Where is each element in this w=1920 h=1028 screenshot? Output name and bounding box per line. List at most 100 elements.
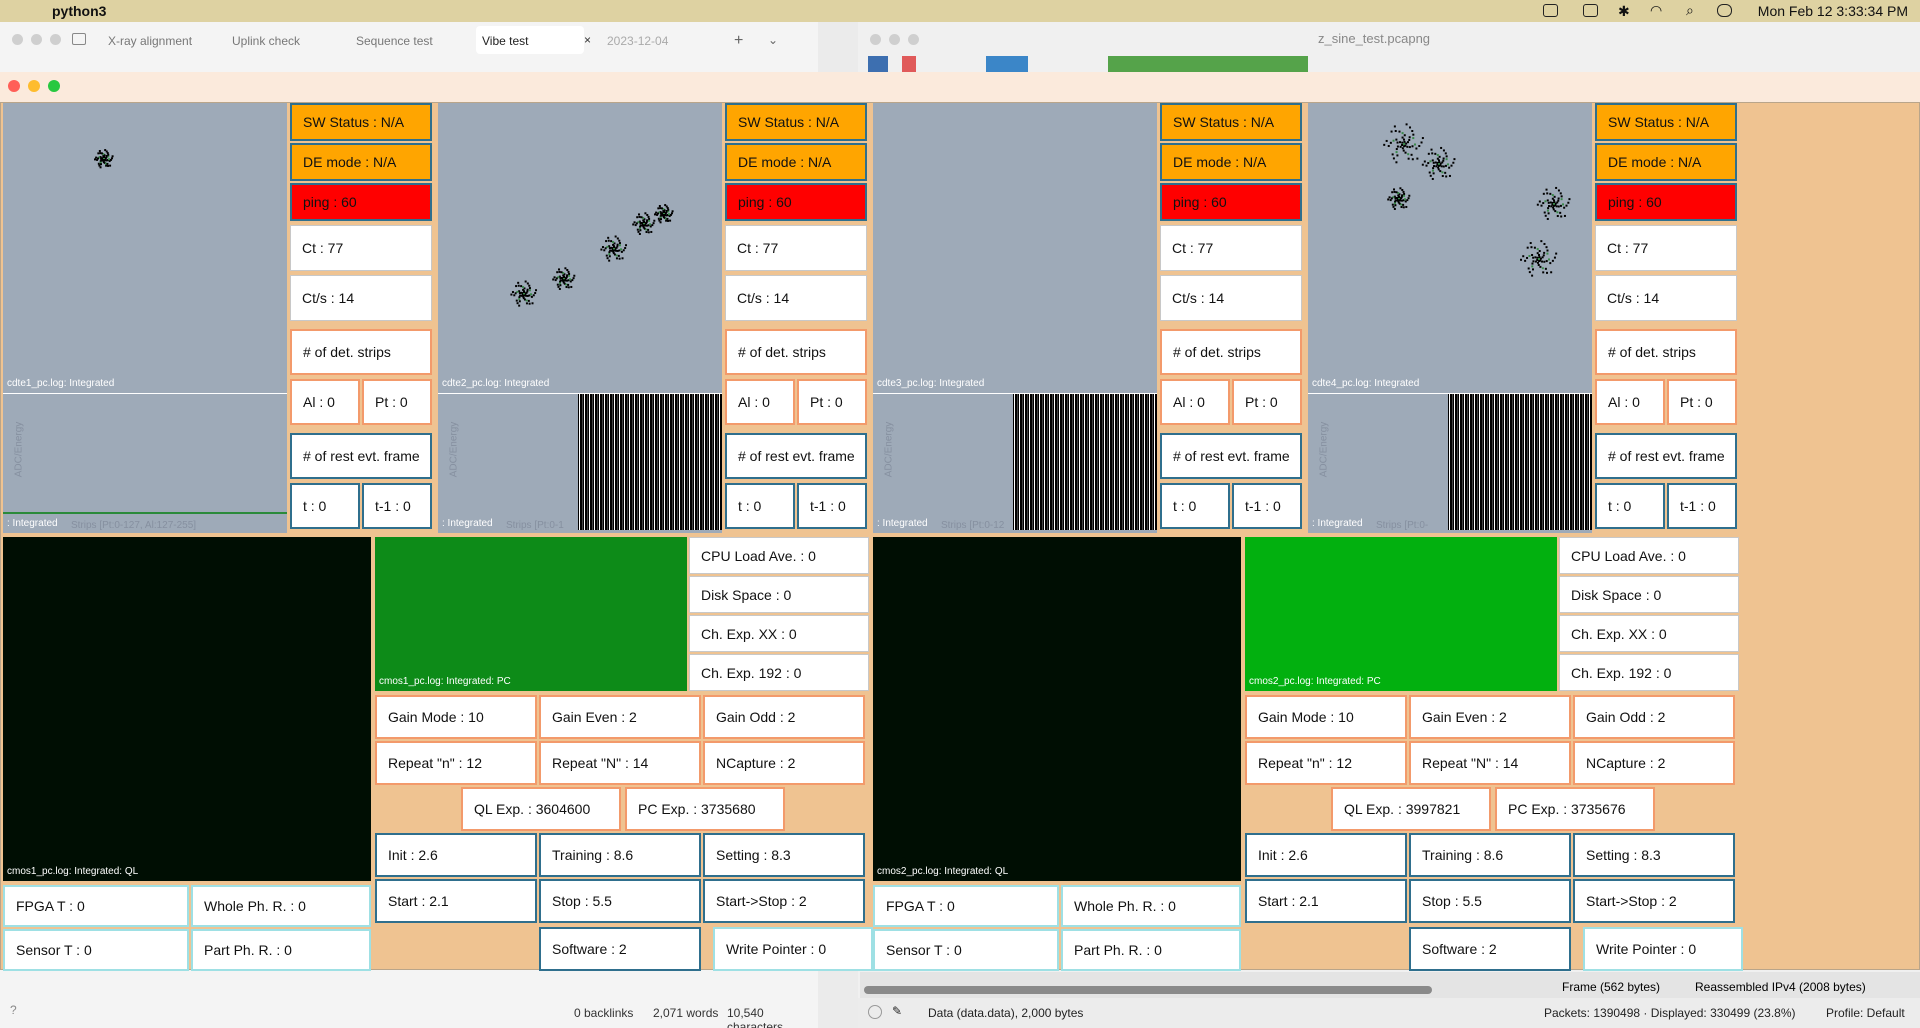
hit-pixel bbox=[658, 205, 661, 208]
tab-xray[interactable]: X-ray alignment bbox=[108, 34, 192, 48]
hit-pixel bbox=[527, 299, 530, 302]
tab-uplink[interactable]: Uplink check bbox=[232, 34, 300, 48]
tab-vibe[interactable]: Vibe test bbox=[482, 34, 528, 48]
hit-pixel bbox=[1560, 195, 1563, 198]
hit-pixel bbox=[1399, 187, 1402, 190]
hit-pixel bbox=[618, 239, 621, 242]
count-rate: Ct/s : 14 bbox=[1160, 275, 1302, 321]
part-ph-rate: Part Ph. R. : 0 bbox=[191, 929, 371, 971]
tab-close-icon[interactable]: × bbox=[584, 33, 591, 47]
hit-pixel bbox=[1395, 161, 1398, 164]
hit-pixel bbox=[514, 292, 517, 295]
hit-pixel bbox=[556, 283, 559, 286]
hit-pixel bbox=[625, 244, 628, 247]
frame-tab[interactable]: Frame (562 bytes) bbox=[1562, 980, 1660, 994]
help-icon[interactable]: ? bbox=[10, 1003, 17, 1017]
start-time: Start : 2.1 bbox=[375, 879, 537, 923]
sidebar-icon[interactable] bbox=[72, 33, 86, 45]
chevron-down-icon[interactable]: ⌄ bbox=[768, 33, 778, 47]
reassembled-tab[interactable]: Reassembled IPv4 (2008 bytes) bbox=[1695, 980, 1866, 994]
minimize-icon[interactable] bbox=[28, 80, 40, 92]
hit-pixel bbox=[1396, 199, 1399, 202]
search-icon[interactable]: ⌕ bbox=[1686, 2, 1694, 19]
hit-pixel bbox=[1407, 153, 1410, 156]
hit-pixel bbox=[654, 213, 657, 216]
hit-pixel bbox=[1546, 199, 1549, 202]
de-mode: DE mode : N/A bbox=[290, 143, 432, 181]
hit-pixel bbox=[667, 213, 670, 216]
hit-pixel bbox=[1398, 199, 1401, 202]
hit-pixel bbox=[647, 215, 650, 218]
pc-image: cmos2_pc.log: Integrated: PC bbox=[1245, 537, 1557, 691]
hit-map bbox=[94, 149, 114, 169]
sw-status: SW Status : N/A bbox=[725, 103, 867, 141]
toolbar[interactable] bbox=[868, 56, 1308, 72]
setting-time: Setting : 8.3 bbox=[703, 833, 865, 877]
det-strips: # of det. strips bbox=[290, 329, 432, 375]
spectrum-plot: Strips [Pt:0-1 ADC/Energy: Integrated bbox=[438, 393, 722, 533]
media-icon[interactable] bbox=[1583, 4, 1598, 17]
spectrum-line bbox=[3, 512, 287, 514]
app-name[interactable]: python3 bbox=[52, 3, 106, 19]
control-center-icon[interactable] bbox=[1717, 4, 1732, 17]
hit-pixel bbox=[528, 284, 531, 287]
hit-pixel bbox=[1531, 262, 1534, 265]
bluetooth-icon[interactable]: ✱ bbox=[1618, 3, 1630, 20]
ping-status: ping : 60 bbox=[725, 183, 867, 221]
hit-pixel bbox=[1431, 152, 1434, 155]
close-icon[interactable] bbox=[870, 34, 881, 45]
hit-pixel bbox=[618, 244, 621, 247]
wireshark-title: z_sine_test.pcapng bbox=[1318, 31, 1431, 46]
de-mode: DE mode : N/A bbox=[1160, 143, 1302, 181]
edit-icon[interactable]: ✎ bbox=[892, 1004, 902, 1018]
hit-pixel bbox=[513, 294, 516, 297]
hit-pixel bbox=[1396, 141, 1399, 144]
hit-pixel bbox=[617, 254, 620, 257]
hit-pixel bbox=[1421, 137, 1424, 140]
pc-exp: PC Exp. : 3735676 bbox=[1495, 787, 1655, 831]
sync-icon[interactable] bbox=[1543, 4, 1558, 17]
hit-pixel bbox=[530, 295, 533, 298]
minimize-icon[interactable] bbox=[31, 34, 42, 45]
hit-pixel bbox=[620, 250, 623, 253]
tab-sequence[interactable]: Sequence test bbox=[356, 34, 433, 48]
tab-date[interactable]: 2023-12-04 bbox=[607, 34, 668, 48]
hit-pixel bbox=[650, 230, 653, 233]
new-tab-icon[interactable]: + bbox=[734, 32, 743, 50]
repeat-n: Repeat "n" : 12 bbox=[1245, 741, 1407, 785]
spectrum-fill bbox=[1448, 394, 1592, 530]
hit-pixel bbox=[1403, 134, 1406, 137]
wifi-icon[interactable]: ◠ bbox=[1650, 2, 1662, 19]
hit-pixel bbox=[516, 302, 519, 305]
hit-pixel bbox=[1555, 205, 1558, 208]
hit-pixel bbox=[1438, 155, 1441, 158]
hit-pixel bbox=[640, 216, 643, 219]
hit-pixel bbox=[1393, 188, 1396, 191]
clock[interactable]: Mon Feb 12 3:33:34 PM bbox=[1758, 3, 1908, 19]
zoom-icon[interactable] bbox=[48, 80, 60, 92]
hit-pixel bbox=[522, 288, 525, 291]
hit-pixel bbox=[1536, 252, 1539, 255]
hit-pixel bbox=[1450, 164, 1453, 167]
hit-pixel bbox=[1394, 130, 1397, 133]
close-icon[interactable] bbox=[12, 34, 23, 45]
hit-pixel bbox=[1555, 186, 1558, 189]
minimize-icon[interactable] bbox=[889, 34, 900, 45]
status-icon[interactable] bbox=[868, 1005, 882, 1019]
hit-pixel bbox=[1393, 207, 1396, 210]
zoom-icon[interactable] bbox=[908, 34, 919, 45]
hit-pixel bbox=[1395, 138, 1398, 141]
hit-pixel bbox=[610, 249, 613, 252]
count: Ct : 77 bbox=[1160, 225, 1302, 271]
hit-pixel bbox=[608, 255, 611, 258]
write-pointer: Write Pointer : 0 bbox=[1583, 927, 1743, 971]
ping-status: ping : 60 bbox=[1160, 183, 1302, 221]
spectrum-plot: Strips [Pt:0-12 ADC/Energy: Integrated bbox=[873, 393, 1157, 533]
stop-time: Stop : 5.5 bbox=[1409, 879, 1571, 923]
hit-pixel bbox=[566, 268, 569, 271]
repeat-N: Repeat "N" : 14 bbox=[539, 741, 701, 785]
profile-info[interactable]: Profile: Default bbox=[1826, 1006, 1905, 1020]
scrollbar[interactable] bbox=[864, 986, 1432, 994]
close-icon[interactable] bbox=[8, 80, 20, 92]
zoom-icon[interactable] bbox=[50, 34, 61, 45]
